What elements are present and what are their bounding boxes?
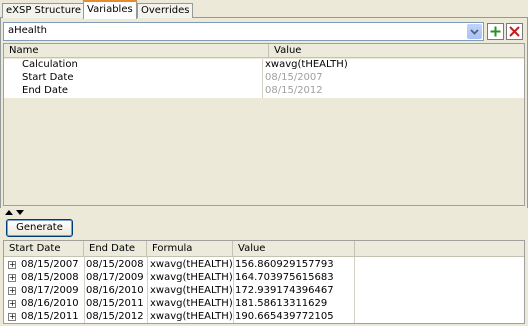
- row-end-date: 08/16/2010: [86, 285, 144, 296]
- tab-overrides[interactable]: Overrides: [137, 3, 194, 18]
- close-icon: [509, 26, 520, 37]
- results-table-header: Start Date End Date Formula Value: [4, 241, 524, 257]
- plus-icon: [490, 26, 501, 37]
- column-header-name[interactable]: Name: [4, 44, 269, 58]
- row-end-date: 08/15/2012: [86, 311, 144, 322]
- column-divider: [354, 257, 355, 323]
- tab-exsp-structure[interactable]: eXSP Structure: [2, 3, 86, 18]
- variable-value[interactable]: 08/15/2007: [265, 72, 323, 85]
- row-formula: xwavg(tHEALTH): [150, 285, 233, 296]
- column-header-end-date[interactable]: End Date: [84, 241, 147, 257]
- column-header-start-date[interactable]: Start Date: [4, 241, 84, 257]
- row-value: 181.58613311629: [235, 298, 328, 309]
- row-start-date: 08/15/2011: [21, 311, 79, 322]
- generate-button[interactable]: Generate: [6, 219, 73, 237]
- splitter[interactable]: [0, 208, 528, 216]
- column-header-value[interactable]: Value: [233, 241, 355, 257]
- row-formula: xwavg(tHEALTH): [150, 298, 233, 309]
- variable-row[interactable]: End Date 08/15/2012: [4, 85, 524, 98]
- variable-row[interactable]: Calculation xwavg(tHEALTH): [4, 59, 524, 72]
- row-end-date: 08/15/2008: [86, 259, 144, 270]
- table-row[interactable]: + 08/17/2009 08/16/2010 xwavg(tHEALTH) 1…: [4, 284, 354, 297]
- row-formula: xwavg(tHEALTH): [150, 259, 233, 270]
- table-row[interactable]: + 08/15/2008 08/17/2009 xwavg(tHEALTH) 1…: [4, 271, 354, 284]
- variable-value[interactable]: 08/15/2012: [265, 85, 323, 98]
- expand-plus-icon[interactable]: +: [8, 300, 16, 308]
- results-table: Start Date End Date Formula Value + 08/1…: [3, 240, 525, 324]
- row-value: 156.860929157793: [235, 259, 334, 270]
- splitter-arrows-icon[interactable]: [4, 209, 26, 216]
- expand-plus-icon[interactable]: +: [8, 287, 16, 295]
- variable-name: Calculation: [22, 59, 78, 70]
- variable-selector[interactable]: aHealth: [3, 22, 484, 41]
- row-value: 190.665439772105: [235, 311, 334, 322]
- variable-name: End Date: [22, 85, 69, 96]
- row-value: 164.703975615683: [235, 272, 334, 283]
- row-start-date: 08/17/2009: [21, 285, 79, 296]
- column-divider: [262, 59, 263, 98]
- variables-table-header: Name Value: [4, 44, 524, 58]
- remove-variable-button[interactable]: [506, 23, 523, 40]
- row-start-date: 08/16/2010: [21, 298, 79, 309]
- variable-value[interactable]: xwavg(tHEALTH): [265, 59, 348, 72]
- row-value: 172.939174396467: [235, 285, 334, 296]
- table-row[interactable]: + 08/16/2010 08/15/2011 xwavg(tHEALTH) 1…: [4, 297, 354, 310]
- expand-plus-icon[interactable]: +: [8, 261, 16, 269]
- row-start-date: 08/15/2007: [21, 259, 79, 270]
- table-row[interactable]: + 08/15/2007 08/15/2008 xwavg(tHEALTH) 1…: [4, 258, 354, 271]
- variable-row[interactable]: Start Date 08/15/2007: [4, 72, 524, 85]
- table-row[interactable]: + 08/15/2011 08/15/2012 xwavg(tHEALTH) 1…: [4, 310, 354, 323]
- row-end-date: 08/17/2009: [86, 272, 144, 283]
- row-formula: xwavg(tHEALTH): [150, 311, 233, 322]
- column-header-value[interactable]: Value: [269, 44, 524, 58]
- row-formula: xwavg(tHEALTH): [150, 272, 233, 283]
- expand-plus-icon[interactable]: +: [8, 313, 16, 321]
- row-end-date: 08/15/2011: [86, 298, 144, 309]
- add-variable-button[interactable]: [487, 23, 504, 40]
- tab-variables[interactable]: Variables: [83, 0, 137, 19]
- expand-plus-icon[interactable]: +: [8, 274, 16, 282]
- column-header-formula[interactable]: Formula: [147, 241, 233, 257]
- chevron-down-icon[interactable]: [467, 24, 482, 39]
- variable-name: Start Date: [22, 72, 74, 83]
- variables-table: Name Value Calculation xwavg(tHEALTH) St…: [3, 43, 525, 206]
- variable-selector-value: aHealth: [8, 25, 47, 36]
- row-start-date: 08/15/2008: [21, 272, 79, 283]
